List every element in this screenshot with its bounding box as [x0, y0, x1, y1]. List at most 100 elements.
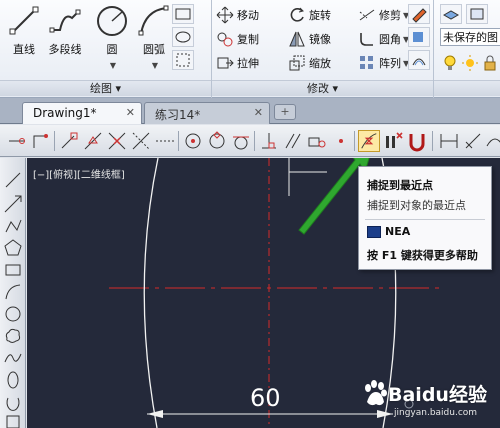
explode-tool-icon[interactable]: [408, 27, 430, 47]
osnap-settings-icon[interactable]: [406, 130, 428, 152]
snap-from-icon[interactable]: [30, 130, 52, 152]
watermark-brand: Baidu经验: [388, 384, 487, 406]
circle-tool-icon[interactable]: [3, 304, 23, 324]
close-icon[interactable]: ✕: [254, 106, 263, 119]
spline-tool-icon[interactable]: [3, 348, 23, 368]
mirror-icon: [289, 31, 305, 47]
circle-button[interactable]: 圆 ▼: [90, 2, 134, 70]
snap-parallel-icon[interactable]: [282, 130, 304, 152]
snap-tooltip: 捕捉到最近点 捕捉到对象的最近点 NEA 按 F1 键获得更多帮助: [358, 166, 492, 270]
object-snap-toolbar: [0, 125, 500, 157]
layer-state-dropdown[interactable]: 未保存的图: [440, 28, 500, 46]
hatch-tool-icon[interactable]: [172, 27, 194, 47]
modify-panel-title[interactable]: 修改 ▾: [212, 80, 433, 96]
region-tool-icon[interactable]: [172, 50, 194, 70]
toolbar-separator: [354, 131, 355, 151]
toolbar-separator: [54, 131, 55, 151]
trim-button[interactable]: 修剪 ▼: [358, 4, 409, 26]
tooltip-description: 捕捉到对象的最近点: [367, 199, 466, 212]
tooltip-command: NEA: [385, 225, 411, 238]
scale-button[interactable]: 缩放: [288, 52, 331, 74]
line-tool-icon[interactable]: [3, 170, 23, 190]
polygon-tool-icon[interactable]: [3, 238, 23, 258]
fillet-button[interactable]: 圆角 ▼: [358, 28, 409, 50]
snap-perpendicular-icon[interactable]: [258, 130, 280, 152]
toolbar-separator: [178, 131, 179, 151]
tooltip-help: 按 F1 键获得更多帮助: [367, 249, 478, 262]
revision-cloud-icon[interactable]: [3, 326, 23, 346]
layers-panel-title[interactable]: [434, 80, 500, 96]
watermark: Baidu经验 jingyan.baidu.com: [360, 378, 492, 424]
aligned-dimension-icon[interactable]: [462, 130, 484, 152]
tab-practice14[interactable]: 练习14* ✕: [144, 102, 270, 124]
layer-properties-icon[interactable]: [440, 4, 462, 24]
array-icon: [360, 56, 373, 69]
arc-button[interactable]: 圆弧 ▼: [132, 2, 176, 70]
line-label: 直线: [13, 43, 35, 56]
snap-apparent-intersection-icon[interactable]: [130, 130, 152, 152]
tab-drawing1[interactable]: Drawing1* ✕: [22, 102, 142, 124]
arc-label: 圆弧: [143, 43, 165, 56]
snap-insert-icon[interactable]: [306, 130, 328, 152]
temp-track-point-icon[interactable]: [6, 130, 28, 152]
chevron-down-icon[interactable]: ▼: [152, 61, 158, 70]
ellipse-tool-icon[interactable]: [3, 370, 23, 390]
layer-state-icon[interactable]: [466, 4, 488, 24]
tooltip-title: 捕捉到最近点: [367, 179, 433, 192]
close-icon[interactable]: ✕: [126, 106, 135, 119]
arc-icon: [138, 5, 169, 36]
rotate-button[interactable]: 旋转: [288, 4, 331, 26]
trim-icon: [359, 9, 375, 21]
mirror-button[interactable]: 镜像: [288, 28, 331, 50]
tooltip-divider: [365, 219, 485, 220]
arc-tool-icon[interactable]: [3, 282, 23, 302]
copy-button[interactable]: 复制: [216, 28, 259, 50]
copy-icon: [217, 32, 233, 47]
ribbon: 直线 多段线 圆 ▼ 圆弧 ▼ 绘图 ▾ 移动 旋转 修剪 ▼ 复制 镜像 圆角 ▼…: [0, 0, 500, 98]
polyline-button[interactable]: 多段线: [42, 2, 88, 64]
move-button[interactable]: 移动: [216, 4, 259, 26]
lock-icon[interactable]: [482, 54, 498, 72]
lightbulb-icon[interactable]: [442, 54, 458, 72]
polyline-icon: [49, 9, 81, 33]
snap-none-icon[interactable]: [382, 130, 404, 152]
new-tab-button[interactable]: +: [274, 104, 296, 120]
circle-label: 圆: [106, 43, 118, 56]
snap-center-icon[interactable]: [182, 130, 204, 152]
paw-logo-icon: [365, 380, 387, 406]
draw-panel-title[interactable]: 绘图 ▾: [0, 80, 211, 96]
snap-midpoint-icon[interactable]: [82, 130, 104, 152]
snap-extension-icon[interactable]: [154, 130, 176, 152]
construction-line-icon[interactable]: [3, 194, 23, 214]
array-button[interactable]: 阵列 ▼: [358, 52, 409, 74]
snap-endpoint-icon[interactable]: [58, 130, 80, 152]
insert-block-icon[interactable]: [3, 412, 23, 428]
polyline-label: 多段线: [48, 43, 82, 56]
toolbar-separator: [432, 131, 433, 151]
stretch-button[interactable]: 拉伸: [216, 52, 259, 74]
viewport-controls-label[interactable]: [−][俯视][二维线框]: [33, 166, 125, 181]
polyline-tool-icon[interactable]: [3, 216, 23, 236]
layers-panel: 未保存的图: [434, 0, 500, 98]
stretch-icon: [217, 57, 234, 69]
chevron-down-icon[interactable]: ▼: [110, 61, 116, 70]
linear-dimension-icon[interactable]: [438, 130, 460, 152]
snap-quadrant-icon[interactable]: [206, 130, 228, 152]
watermark-url: jingyan.baidu.com: [394, 408, 478, 418]
sun-icon[interactable]: [462, 54, 478, 72]
offset-tool-icon[interactable]: [408, 50, 430, 70]
snap-node-icon[interactable]: [330, 130, 352, 152]
scale-icon: [289, 55, 305, 71]
rectangle-tool-icon[interactable]: [3, 260, 23, 280]
snap-tangent-icon[interactable]: [230, 130, 252, 152]
toolbar-separator: [254, 131, 255, 151]
arc-length-icon[interactable]: [484, 130, 500, 152]
erase-tool-icon[interactable]: [408, 4, 430, 24]
document-tab-bar: Drawing1* ✕ 练习14* ✕ +: [0, 98, 500, 124]
rectangle-tool-icon[interactable]: [172, 4, 194, 24]
dimension-text: 60: [250, 384, 281, 412]
line-button[interactable]: 直线: [2, 2, 46, 64]
ellipse-arc-tool-icon[interactable]: [3, 392, 23, 412]
snap-intersection-icon[interactable]: [106, 130, 128, 152]
snap-nearest-icon[interactable]: [358, 130, 380, 152]
